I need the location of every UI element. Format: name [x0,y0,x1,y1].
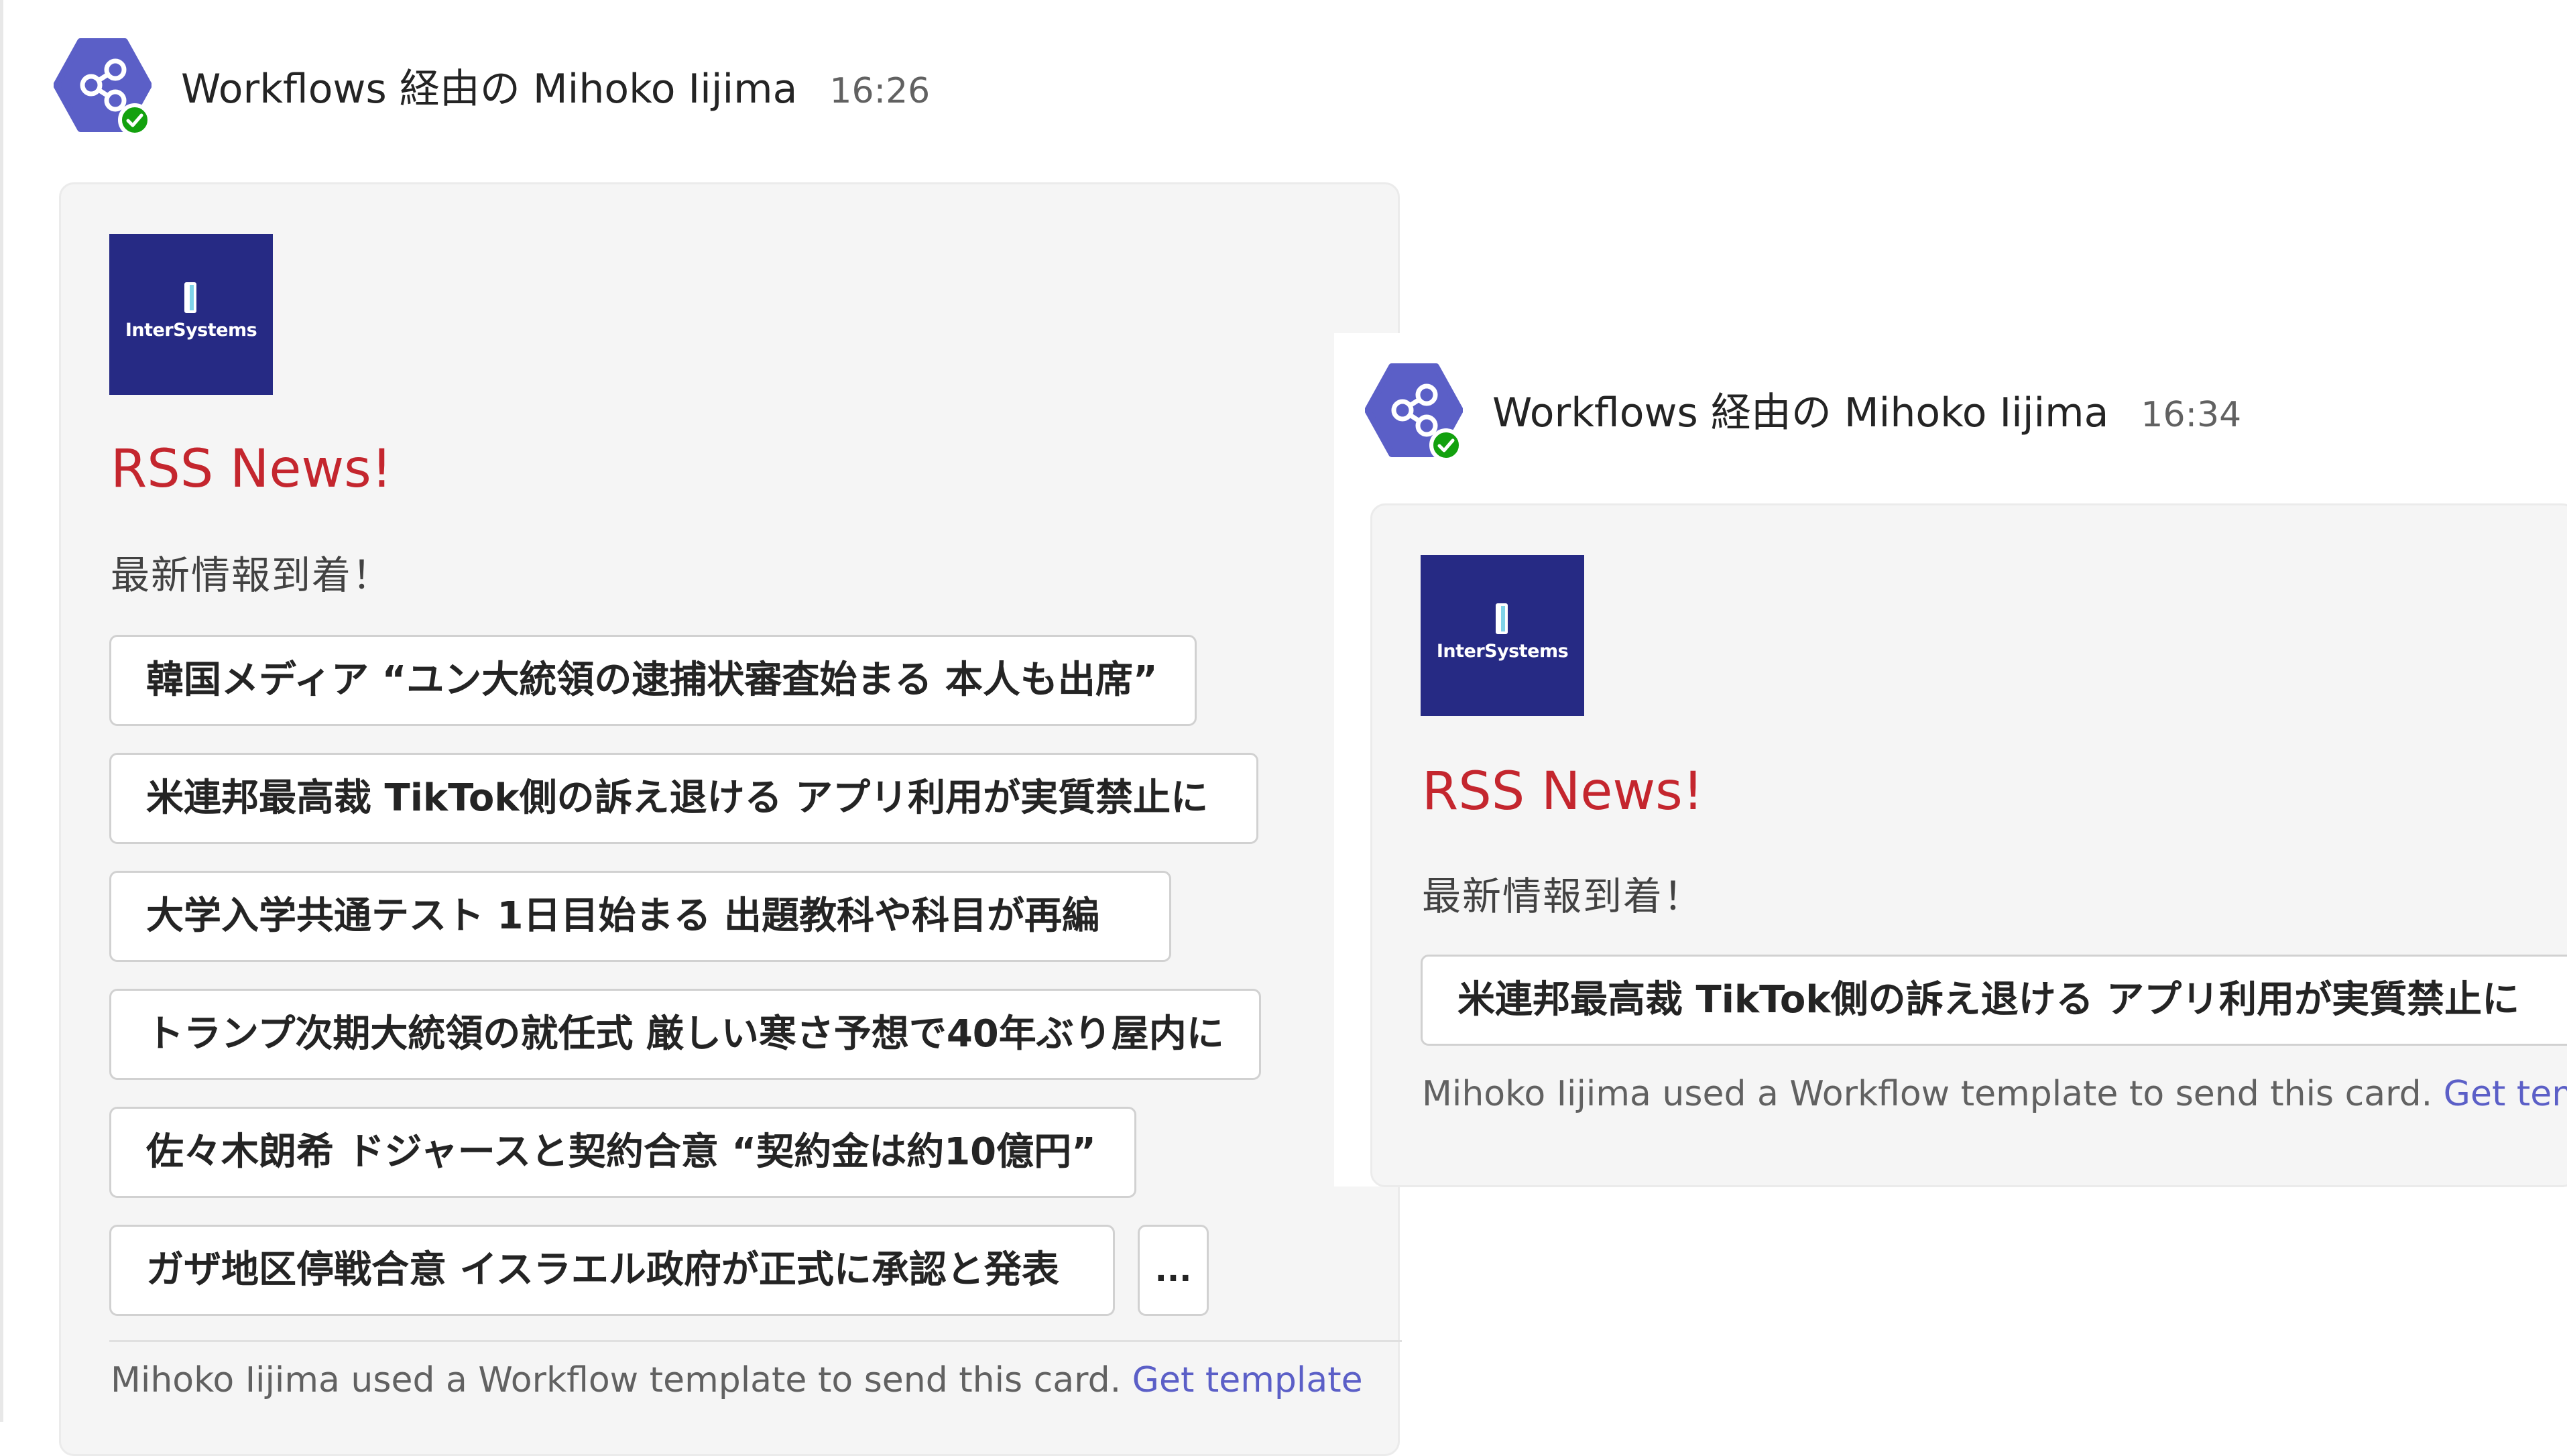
intersystems-logo: InterSystems [109,234,273,395]
get-template-link[interactable]: Get template [2444,1074,2567,1114]
news-item-button[interactable]: トランプ次期大統領の就任式 厳しい寒さ予想で40年ぶり屋内に [109,989,1261,1080]
workflows-avatar[interactable] [1365,361,1463,462]
card-subtitle: 最新情報到着！ [111,552,393,598]
intersystems-logo: InterSystems [1421,555,1584,716]
news-item-button[interactable]: 韓国メディア “ユン大統領の逮捕状審査始まる 本人も出席” [109,635,1197,726]
checkmark-icon [1437,438,1455,452]
news-item-button[interactable]: 米連邦最高裁 TikTok側の訴え退ける アプリ利用が実質禁止に [109,753,1258,844]
checkmark-icon [126,113,143,127]
more-actions-button[interactable]: ... [1138,1225,1209,1316]
card-divider [109,1340,1402,1342]
message-timestamp[interactable]: 16:34 [2141,395,2241,435]
presence-badge [118,103,152,137]
message-timestamp[interactable]: 16:26 [829,71,930,111]
card-footer: Mihoko Iijima used a Workflow template t… [1422,1074,2567,1114]
adaptive-card: InterSystems RSS News! 最新情報到着！ 韓国メディア “ユ… [59,182,1402,1456]
card-footer: Mihoko Iijima used a Workflow template t… [111,1360,1363,1400]
news-item-button[interactable]: 米連邦最高裁 TikTok側の訴え退ける アプリ利用が実質禁止に [1421,955,2567,1046]
news-item-button[interactable]: ガザ地区停戦合意 イスラエル政府が正式に承認と発表 [109,1225,1115,1316]
logo-text: InterSystems [125,320,257,341]
news-item-button[interactable]: 大学入学共通テスト 1日目始まる 出題教科や科目が再編 [109,871,1171,962]
message-header: Workflows 経由の Mihoko Iijima 16:34 [1492,380,2241,438]
message-header: Workflows 経由の Mihoko Iijima 16:26 [181,56,930,115]
card-subtitle: 最新情報到着！ [1422,873,1704,919]
footer-text: Mihoko Iijima used a Workflow template t… [111,1360,1122,1400]
presence-badge [1429,428,1463,462]
card-title: RSS News! [111,439,393,499]
sender-name[interactable]: Workflows 経由の Mihoko Iijima [1492,380,2108,438]
logo-text: InterSystems [1436,641,1569,662]
message-overlay: Workflows 経由の Mihoko Iijima 16:34 InterS… [1334,333,2567,1187]
sender-name[interactable]: Workflows 経由の Mihoko Iijima [181,56,797,115]
news-item-button[interactable]: 佐々木朗希 ドジャースと契約合意 “契約金は約10億円” [109,1107,1136,1198]
card-title: RSS News! [1422,762,1704,822]
adaptive-card: InterSystems RSS News! 最新情報到着！ 米連邦最高裁 Ti… [1370,503,2567,1187]
window-edge [0,0,3,1422]
get-template-link[interactable]: Get template [1132,1360,1363,1400]
footer-text: Mihoko Iijima used a Workflow template t… [1422,1074,2433,1114]
workflows-avatar[interactable] [54,36,152,137]
